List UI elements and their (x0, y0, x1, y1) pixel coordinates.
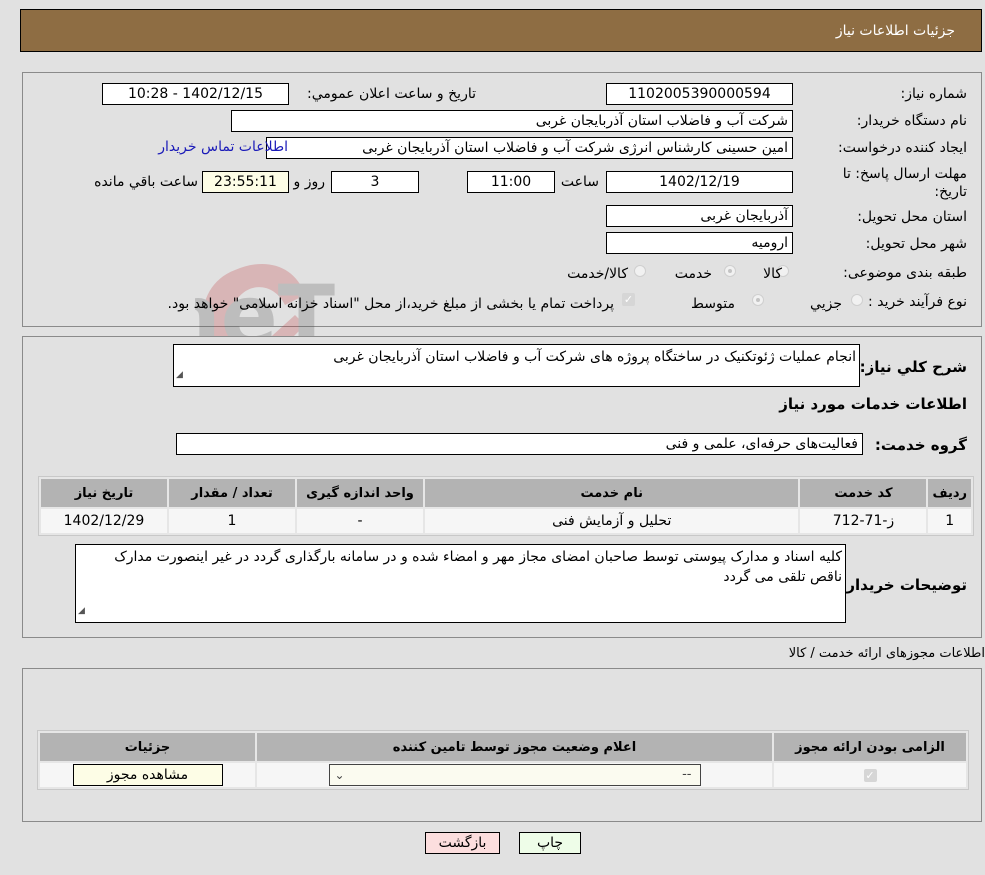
cell-quantity: 1 (169, 509, 295, 533)
buyer-org-field: شرکت آب و فاضلاب استان آذربایجان غربی (231, 110, 793, 132)
cell-row-number: 1 (928, 509, 971, 533)
back-button[interactable]: بازگشت (425, 832, 500, 854)
days-label: روز و (293, 174, 326, 190)
permit-status-select[interactable]: -- ⌄ (328, 764, 701, 786)
delivery-city-field: ارومیه (606, 232, 793, 254)
permit-status-value: -- (682, 767, 692, 782)
process-radio-medium[interactable] (752, 294, 764, 306)
category-option-goods-service: کالا/خدمت (567, 266, 628, 282)
buyer-org-label: نام دستگاه خريدار: (856, 113, 967, 129)
cell-permit-required: ✓ (774, 763, 966, 787)
table-row: 1 ز-71-712 تحلیل و آزمایش فنی - 1 1402/1… (41, 509, 971, 533)
services-table-header: رديف کد خدمت نام خدمت واحد اندازه گيری ت… (41, 479, 971, 507)
process-option-medium: متوسط (691, 296, 735, 312)
cell-unit: - (297, 509, 423, 533)
cell-permit-status: -- ⌄ (257, 763, 772, 787)
days-remaining-field: 3 (331, 171, 419, 193)
col-quantity: تعداد / مقدار (169, 479, 295, 507)
need-number-label: شماره نیاز: (900, 86, 968, 102)
category-option-service: خدمت (674, 266, 712, 282)
view-permit-button[interactable]: مشاهده مجوز (72, 764, 223, 786)
permit-required-checkbox[interactable]: ✓ (863, 769, 877, 782)
permits-table-wrap: الزامی بودن ارائه مجوز اعلام وضعیت مجوز … (37, 730, 969, 790)
print-button[interactable]: چاپ (519, 832, 581, 854)
requester-label: ايجاد کننده درخواست: (838, 140, 967, 156)
chevron-down-icon: ⌄ (334, 768, 345, 782)
category-option-goods: کالا (763, 266, 782, 282)
col-permit-status: اعلام وضعیت مجوز توسط تامین کننده (257, 733, 772, 761)
permits-table: الزامی بودن ارائه مجوز اعلام وضعیت مجوز … (37, 730, 969, 790)
col-row-number: رديف (928, 479, 971, 507)
resize-handle-icon[interactable]: ◢ (176, 365, 183, 385)
page-header: جزئیات اطلاعات نیاز (20, 9, 982, 52)
col-unit: واحد اندازه گيری (297, 479, 423, 507)
deadline-time-label: ساعت (560, 174, 599, 190)
announce-datetime-label: تاریخ و ساعت اعلان عمومي: (307, 86, 476, 102)
buyer-notes-text: کلیه اسناد و مدارک پیوستی توسط صاحبان ام… (114, 549, 842, 585)
treasury-payment-checkbox[interactable]: ✓ (622, 293, 635, 306)
col-service-name: نام خدمت (425, 479, 799, 507)
delivery-province-field: آذربایجان غربی (606, 205, 793, 227)
table-row: ✓ -- ⌄ مشاهده مجوز (40, 763, 966, 787)
need-number-field: 1102005390000594 (606, 83, 793, 105)
treasury-payment-note: پرداخت تمام یا بخشی از مبلغ خرید،از محل … (167, 296, 614, 312)
description-textarea: انجام عملیات ژئوتکنیک در ساختگاه پروژه ه… (173, 344, 860, 387)
delivery-city-label: شهر محل تحویل: (865, 236, 967, 252)
col-permit-required: الزامی بودن ارائه مجوز (774, 733, 966, 761)
col-service-code: کد خدمت (800, 479, 927, 507)
col-permit-details: جزئیات (40, 733, 255, 761)
deadline-time-field: 11:00 (467, 171, 555, 193)
permits-section-title: اطلاعات مجوزهای ارائه خدمت / کالا (788, 646, 985, 661)
cell-service-code: ز-71-712 (800, 509, 927, 533)
category-radio-service[interactable] (724, 265, 736, 277)
time-remaining-field: 23:55:11 (202, 171, 289, 193)
service-group-label: گروه خدمت: (874, 436, 967, 454)
delivery-province-label: استان محل تحویل: (857, 209, 967, 225)
deadline-date-field: 1402/12/19 (606, 171, 793, 193)
cell-permit-details: مشاهده مجوز (40, 763, 255, 787)
services-table-wrap: رديف کد خدمت نام خدمت واحد اندازه گيری ت… (38, 476, 974, 536)
process-option-minor: جزيي (810, 296, 842, 312)
description-label: شرح کلي نياز: (859, 358, 967, 376)
permits-table-header: الزامی بودن ارائه مجوز اعلام وضعیت مجوز … (40, 733, 966, 761)
announce-datetime-field: 1402/12/15 - 10:28 (102, 83, 289, 105)
process-radio-minor[interactable] (851, 294, 863, 306)
category-label: طبقه بندی موضوعی: (843, 265, 967, 281)
buyer-notes-label: توضيحات خريدار: (840, 576, 967, 594)
services-section-title: اطلاعات خدمات مورد نياز (779, 395, 967, 413)
cell-need-date: 1402/12/29 (41, 509, 167, 533)
deadline-label: مهلت ارسال پاسخ: تا تاريخ: (842, 166, 967, 200)
services-table: رديف کد خدمت نام خدمت واحد اندازه گيری ت… (38, 476, 974, 536)
description-text: انجام عملیات ژئوتکنیک در ساختگاه پروژه ه… (333, 349, 856, 365)
col-need-date: تاريخ نياز (41, 479, 167, 507)
buyer-notes-textarea: کلیه اسناد و مدارک پیوستی توسط صاحبان ام… (75, 544, 846, 623)
resize-handle-icon[interactable]: ◢ (78, 601, 85, 621)
category-radio-goods-service[interactable] (634, 265, 646, 277)
buyer-contact-link[interactable]: اطلاعات تماس خريدار (158, 139, 288, 155)
requester-field: امین حسینی کارشناس انرژی شرکت آب و فاضلا… (266, 137, 793, 159)
time-remaining-label: ساعت باقي مانده (94, 174, 198, 190)
purchase-process-label: نوع فرآیند خرید : (868, 294, 967, 310)
page-title: جزئیات اطلاعات نیاز (835, 23, 955, 39)
cell-service-name: تحلیل و آزمایش فنی (425, 509, 799, 533)
service-group-field: فعالیت‌های حرفه‌ای، علمی و فنی (176, 433, 863, 455)
